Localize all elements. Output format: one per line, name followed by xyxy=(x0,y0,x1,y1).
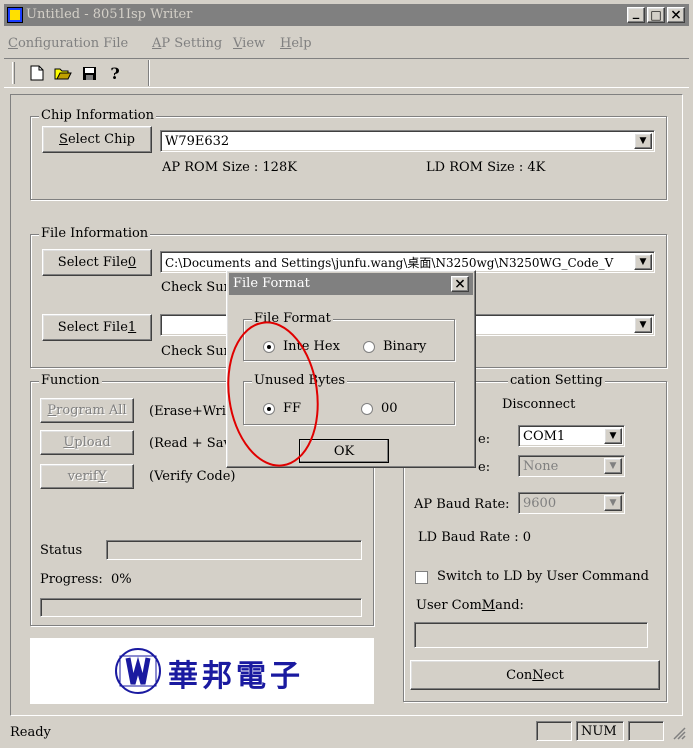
status-field xyxy=(106,540,362,560)
ap-baud-select[interactable]: 9600 ▼ xyxy=(518,492,625,514)
program-all-button[interactable]: Program All xyxy=(40,398,134,423)
mode-value: None xyxy=(523,458,559,474)
mode-select[interactable]: None ▼ xyxy=(518,455,625,477)
close-button[interactable]: × xyxy=(667,7,685,23)
menu-help[interactable]: Help xyxy=(280,36,312,51)
chip-value: W79E632 xyxy=(165,133,230,149)
dialog-title: File Format xyxy=(233,276,310,291)
binary-label: Binary xyxy=(383,339,427,354)
minimize-button[interactable]: _ xyxy=(627,4,645,23)
app-icon[interactable] xyxy=(7,7,23,23)
maximize-icon: □ xyxy=(650,8,662,22)
status-bar: Ready NUM xyxy=(4,718,689,744)
file-information-label: File Information xyxy=(39,226,151,241)
file0-dropdown-button[interactable]: ▼ xyxy=(634,254,652,270)
connection-status: Disconnect xyxy=(502,397,576,412)
zero-radio[interactable] xyxy=(361,403,373,415)
chip-dropdown-button[interactable]: ▼ xyxy=(634,133,652,149)
port-select[interactable]: COM1 ▼ xyxy=(518,425,625,447)
progress-value: 0% xyxy=(111,572,132,587)
chevron-down-icon: ▼ xyxy=(639,136,647,146)
status-text: Ready xyxy=(10,725,51,740)
progress-bar xyxy=(40,598,362,617)
toolbar-separator xyxy=(148,60,150,86)
save-disk-icon xyxy=(82,66,96,80)
new-file-button[interactable] xyxy=(26,62,48,84)
save-file-button[interactable] xyxy=(78,62,100,84)
chevron-down-icon: ▼ xyxy=(639,257,647,267)
status-pane-1 xyxy=(536,721,572,741)
chevron-down-icon: ▼ xyxy=(609,461,617,471)
status-label: Status xyxy=(40,543,83,558)
dialog-title-bar: File Format × xyxy=(229,273,473,295)
help-button[interactable]: ? xyxy=(104,62,126,84)
file1-dropdown-button[interactable]: ▼ xyxy=(634,317,652,333)
chip-select[interactable]: W79E632 ▼ xyxy=(160,130,655,152)
progress-label: Progress: 0% xyxy=(40,572,132,587)
status-pane-3 xyxy=(628,721,664,741)
ld-baud-rate: LD Baud Rate : 0 xyxy=(418,530,531,545)
ap-baud-label: AP Baud Rate: xyxy=(414,497,510,512)
new-file-icon xyxy=(30,65,44,81)
ld-rom-size: LD ROM Size : 4K xyxy=(426,160,546,175)
checksum0-label: Check Sum xyxy=(161,280,236,295)
ap-baud-dropdown-button[interactable]: ▼ xyxy=(604,495,622,511)
minimize-icon: _ xyxy=(632,4,640,20)
menu-view[interactable]: View xyxy=(233,36,265,51)
chip-information-label: Chip Information xyxy=(39,108,156,123)
user-command-input[interactable] xyxy=(414,622,648,648)
num-lock-indicator: NUM xyxy=(581,724,617,739)
help-question-icon: ? xyxy=(110,63,120,83)
file0-path: C:\Documents and Settings\junfu.wang\桌面\… xyxy=(165,255,614,270)
select-file0-button[interactable]: Select File 0 xyxy=(42,249,152,276)
verify-button[interactable]: verif Y xyxy=(40,464,134,489)
upload-button[interactable]: Upload xyxy=(40,430,134,455)
status-pane-num: NUM xyxy=(576,721,624,741)
binary-radio[interactable] xyxy=(363,341,375,353)
mode-label: e: xyxy=(478,460,491,475)
menu-bar: Configuration File AP Setting View Help xyxy=(4,34,689,54)
open-folder-icon xyxy=(54,68,72,80)
close-icon: × xyxy=(670,7,682,23)
annotation-circle xyxy=(227,321,319,467)
resize-grip-icon[interactable] xyxy=(672,726,686,740)
connect-button[interactable]: Con Nect xyxy=(410,660,660,690)
logo-text: 華邦電子 xyxy=(168,659,304,694)
company-logo: 華邦電子 xyxy=(30,638,374,704)
menu-ap-setting[interactable]: AP Setting xyxy=(152,36,222,51)
zero-label: 00 xyxy=(381,401,398,416)
switch-ld-checkbox[interactable] xyxy=(415,571,428,584)
port-label: e: xyxy=(478,432,491,447)
window-title: Untitled - 8051Isp Writer xyxy=(26,7,193,22)
mode-dropdown-button[interactable]: ▼ xyxy=(604,458,622,474)
ap-rom-size: AP ROM Size : 128K xyxy=(162,160,297,175)
select-file1-button[interactable]: Select File 1 xyxy=(42,314,152,341)
dialog-close-button[interactable]: × xyxy=(451,276,469,292)
function-label: Function xyxy=(39,373,102,388)
port-value: COM1 xyxy=(523,428,566,444)
switch-ld-label: Switch to LD by User Command xyxy=(437,569,649,584)
menu-configuration-file[interactable]: Configuration File xyxy=(8,36,128,51)
toolbar-grip xyxy=(12,62,15,84)
port-dropdown-button[interactable]: ▼ xyxy=(604,428,622,444)
chevron-down-icon: ▼ xyxy=(609,431,617,441)
title-bar: Untitled - 8051Isp Writer _ □ × xyxy=(4,4,689,26)
chevron-down-icon: ▼ xyxy=(639,320,647,330)
maximize-button[interactable]: □ xyxy=(647,7,665,23)
open-file-button[interactable] xyxy=(52,62,74,84)
chevron-down-icon: ▼ xyxy=(609,498,617,508)
winbond-logo-icon xyxy=(115,648,161,694)
ap-baud-value: 9600 xyxy=(523,495,557,511)
user-command-label: User ComMand: xyxy=(416,598,524,613)
close-icon: × xyxy=(454,276,466,292)
communication-setting-label: cation Setting xyxy=(508,373,605,388)
select-chip-button[interactable]: Select Chip xyxy=(42,126,152,153)
